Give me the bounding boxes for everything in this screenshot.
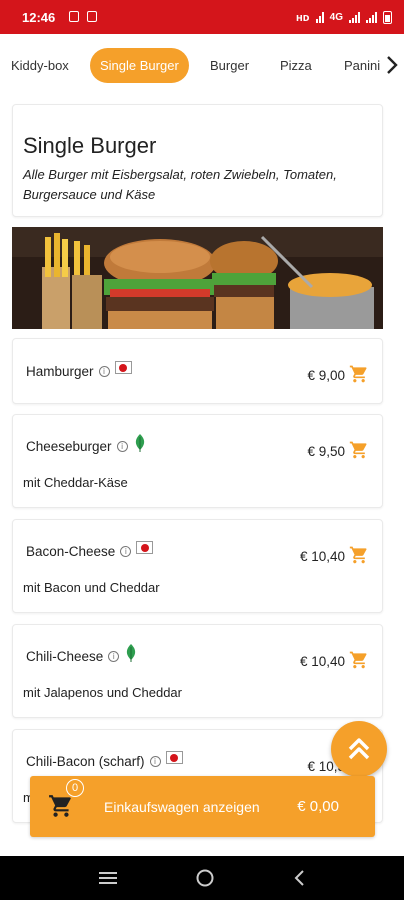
network-label: 4G [329,11,343,23]
burger-banner-image [12,227,383,329]
product-card-hamburger[interactable]: Hamburger i € 9,00 [12,338,383,404]
product-subtitle: mit Bacon und Cheddar [23,580,160,595]
hd-icon: HD [296,14,310,23]
status-time: 12:46 [22,9,56,25]
flag-icon [165,751,183,764]
product-name: Chili-Bacon (scharf) [26,754,145,769]
section-title: Single Burger [23,133,157,158]
add-to-cart-icon[interactable] [349,650,369,670]
battery-icon [383,10,392,24]
leaf-icon [127,643,136,662]
add-to-cart-icon[interactable] [349,440,369,460]
chevron-right-icon[interactable] [380,34,404,96]
add-to-cart-icon[interactable] [349,545,369,565]
cell-signal-icon [366,11,377,23]
leaf-icon [135,433,144,452]
add-to-cart-icon[interactable] [349,364,369,384]
view-cart-button[interactable]: 0 Einkaufswagen anzeigen € 0,00 [30,776,375,837]
product-name: Chili-Cheese [26,649,104,664]
info-icon[interactable]: i [108,651,120,662]
tab-panini[interactable]: Panini [344,48,380,83]
wifi-signal-icon [315,11,324,23]
cart-total: € 0,00 [297,798,339,815]
info-icon[interactable]: i [120,546,132,557]
product-price: € 10,40 [299,549,345,564]
product-card-chili-cheese[interactable]: Chili-Cheese i mit Jalapenos und Cheddar… [12,624,383,718]
cart-count-badge: 0 [66,778,84,797]
flag-icon [136,541,154,554]
section-header-card: Single Burger Alle Burger mit Eisbergsal… [12,104,383,217]
info-icon[interactable]: i [98,366,110,377]
product-subtitle: mit Jalapenos und Cheddar [23,685,182,700]
scroll-to-top-button[interactable] [331,721,387,777]
double-chevron-up-icon [348,738,370,760]
tab-kiddy-box[interactable]: Kiddy-box [11,48,69,83]
info-icon[interactable]: i [149,756,161,767]
home-icon[interactable] [195,868,215,888]
shopping-cart-icon [49,794,71,817]
product-price: € 9,00 [307,368,345,383]
status-bar: 12:46 HD 4G [0,0,404,34]
product-price: € 10,40 [299,654,345,669]
product-name: Hamburger [26,364,94,379]
system-nav-bar [0,856,404,900]
category-nav: Kiddy-box Single Burger Burger Pizza Pan… [0,34,404,96]
cell-signal-icon [349,11,360,23]
notification-icon [87,10,98,22]
recent-apps-icon[interactable] [98,870,118,886]
product-subtitle: mit Cheddar-Käse [23,475,128,490]
product-card-bacon-cheese[interactable]: Bacon-Cheese i mit Bacon und Cheddar € 1… [12,519,383,613]
product-name: Cheeseburger [26,439,112,454]
notification-icon [69,10,80,22]
tab-burger[interactable]: Burger [210,48,249,83]
product-card-cheeseburger[interactable]: Cheeseburger i mit Cheddar-Käse € 9,50 [12,414,383,508]
info-icon[interactable]: i [116,441,128,452]
flag-icon [114,361,132,374]
section-description: Alle Burger mit Eisbergsalat, roten Zwie… [23,167,337,202]
back-icon[interactable] [292,869,306,887]
cart-label: Einkaufswagen anzeigen [104,798,260,815]
product-price: € 9,50 [307,444,345,459]
tab-pizza[interactable]: Pizza [280,48,312,83]
tab-single-burger[interactable]: Single Burger [90,47,189,83]
product-name: Bacon-Cheese [26,544,116,559]
svg-text:HD: HD [296,14,310,23]
